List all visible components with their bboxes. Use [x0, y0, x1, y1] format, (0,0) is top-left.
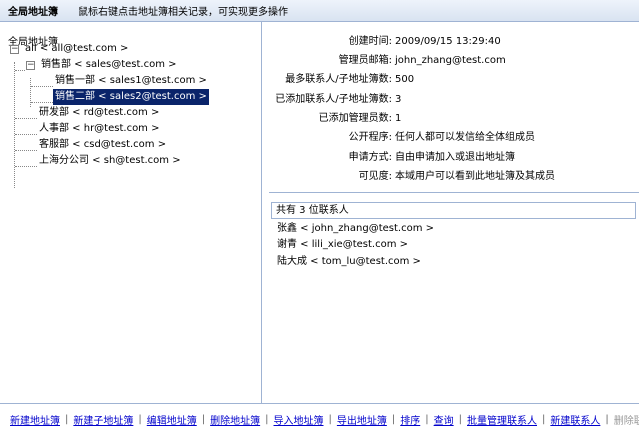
detail-label: 公开程序:	[348, 132, 392, 143]
separator: |	[425, 413, 429, 425]
detail-value: 500	[395, 74, 415, 85]
tree-connector-line	[15, 70, 25, 71]
tree-connector-line	[31, 86, 53, 87]
tree-node-hr[interactable]: 人事部 < hr@test.com >	[37, 121, 161, 137]
tree-node-label[interactable]: 研发部 < rd@test.com >	[37, 105, 161, 121]
separator: |	[542, 413, 546, 425]
batch-manage-contacts-link[interactable]: 批量管理联系人	[467, 412, 537, 427]
tree-connector-line	[15, 166, 37, 167]
detail-label: 已添加联系人/子地址簿数:	[275, 94, 392, 105]
detail-apply-method: 申请方式: 自由申请加入或退出地址簿	[263, 150, 639, 166]
new-contact-link[interactable]: 新建联系人	[550, 412, 600, 427]
tree-node-all[interactable]: − all < all@test.com >	[10, 41, 130, 57]
detail-value: 2009/09/15 13:29:40	[395, 36, 501, 47]
detail-created-time: 创建时间: 2009/09/15 13:29:40	[263, 34, 639, 50]
new-sub-address-book-link[interactable]: 新建子地址簿	[73, 412, 133, 427]
separator: |	[65, 413, 69, 425]
tree-connector-line	[15, 150, 37, 151]
separator: |	[201, 413, 206, 425]
detail-publicity: 公开程序: 任何人都可以发信给全体组成员	[263, 130, 639, 146]
tree-node-sales1[interactable]: 销售一部 < sales1@test.com >	[53, 73, 209, 89]
tree-node-label[interactable]: 上海分公司 < sh@test.com >	[37, 153, 183, 169]
tree-connector-line	[15, 118, 37, 119]
contact-item[interactable]: 谢青 < lili_xie@test.com >	[277, 237, 408, 253]
contact-item[interactable]: 陆大成 < tom_lu@test.com >	[277, 254, 421, 270]
tree-node-rd[interactable]: 研发部 < rd@test.com >	[37, 105, 161, 121]
contact-count-header: 共有 3 位联系人	[271, 202, 636, 219]
export-address-book-link[interactable]: 导出地址簿	[337, 412, 387, 427]
edit-address-book-link[interactable]: 编辑地址簿	[147, 412, 197, 427]
separator: |	[458, 413, 462, 425]
detail-value: 自由申请加入或退出地址簿	[395, 152, 515, 163]
tree-node-label[interactable]: 客服部 < csd@test.com >	[37, 137, 168, 153]
delete-address-book-link[interactable]: 删除地址簿	[210, 412, 260, 427]
detail-admin-email: 管理员邮箱: john_zhang@test.com	[263, 53, 639, 69]
tree-node-sales[interactable]: − 销售部 < sales@test.com >	[26, 57, 179, 73]
tree-connector-line	[15, 134, 37, 135]
contact-item[interactable]: 张鑫 < john_zhang@test.com >	[277, 221, 434, 237]
tree-node-label-selected[interactable]: 销售二部 < sales2@test.com >	[53, 89, 209, 105]
detail-value: 任何人都可以发信给全体组成员	[395, 132, 535, 143]
tree-node-label[interactable]: 人事部 < hr@test.com >	[37, 121, 161, 137]
detail-label: 可见度:	[358, 171, 392, 182]
header-title: 全局地址簿	[8, 7, 58, 18]
address-book-tree-pane: 全局地址簿 − all < all@test.com > − 销售部 < sal…	[0, 22, 262, 403]
detail-added-admins: 已添加管理员数: 1	[263, 111, 639, 127]
address-book-details-pane: 创建时间: 2009/09/15 13:29:40 管理员邮箱: john_zh…	[263, 22, 639, 403]
separator: |	[391, 413, 396, 425]
detail-value: 1	[395, 113, 402, 124]
tree-node-label[interactable]: 销售一部 < sales1@test.com >	[53, 73, 209, 89]
detail-added-contacts: 已添加联系人/子地址簿数: 3	[263, 92, 639, 108]
tree-node-sh[interactable]: 上海分公司 < sh@test.com >	[37, 153, 183, 169]
search-link[interactable]: 查询	[434, 412, 454, 427]
detail-label: 管理员邮箱:	[338, 55, 392, 66]
separator: |	[328, 413, 332, 425]
tree-connector-line	[14, 62, 15, 188]
tree-node-label[interactable]: 销售部 < sales@test.com >	[39, 57, 179, 73]
detail-label: 已添加管理员数:	[318, 113, 392, 124]
detail-value: 本域用户可以看到此地址簿及其成员	[395, 171, 555, 182]
detail-value: john_zhang@test.com	[395, 55, 506, 66]
detail-max-contacts: 最多联系人/子地址簿数: 500	[263, 72, 639, 88]
top-header-bar: 全局地址簿 鼠标右键点击地址簿相关记录，可实现更多操作	[0, 0, 639, 22]
section-divider	[269, 192, 639, 193]
new-address-book-link[interactable]: 新建地址簿	[10, 412, 60, 427]
header-hint: 鼠标右键点击地址簿相关记录，可实现更多操作	[78, 7, 288, 18]
detail-label: 创建时间:	[348, 36, 392, 47]
separator: |	[265, 413, 269, 425]
tree-connector-line	[31, 102, 53, 103]
sort-link[interactable]: 排序	[400, 412, 420, 427]
import-address-book-link[interactable]: 导入地址簿	[274, 412, 324, 427]
detail-label: 申请方式:	[348, 152, 392, 163]
detail-label: 最多联系人/子地址簿数:	[285, 74, 392, 85]
detail-value: 3	[395, 94, 402, 105]
tree-node-label[interactable]: all < all@test.com >	[23, 41, 130, 57]
separator: |	[605, 413, 609, 425]
tree-node-sales2[interactable]: 销售二部 < sales2@test.com >	[53, 89, 209, 105]
separator: |	[138, 413, 142, 425]
collapse-toggle-icon[interactable]: −	[10, 44, 19, 54]
action-toolbar: 新建地址簿 | 新建子地址簿 | 编辑地址簿 | 删除地址簿 | 导入地址簿 |…	[0, 403, 639, 434]
collapse-toggle-icon[interactable]: −	[26, 60, 35, 70]
tree-node-csd[interactable]: 客服部 < csd@test.com >	[37, 137, 168, 153]
delete-contact-link-disabled: 删除联系人	[613, 415, 639, 427]
detail-visibility: 可见度: 本域用户可以看到此地址簿及其成员	[263, 169, 639, 185]
